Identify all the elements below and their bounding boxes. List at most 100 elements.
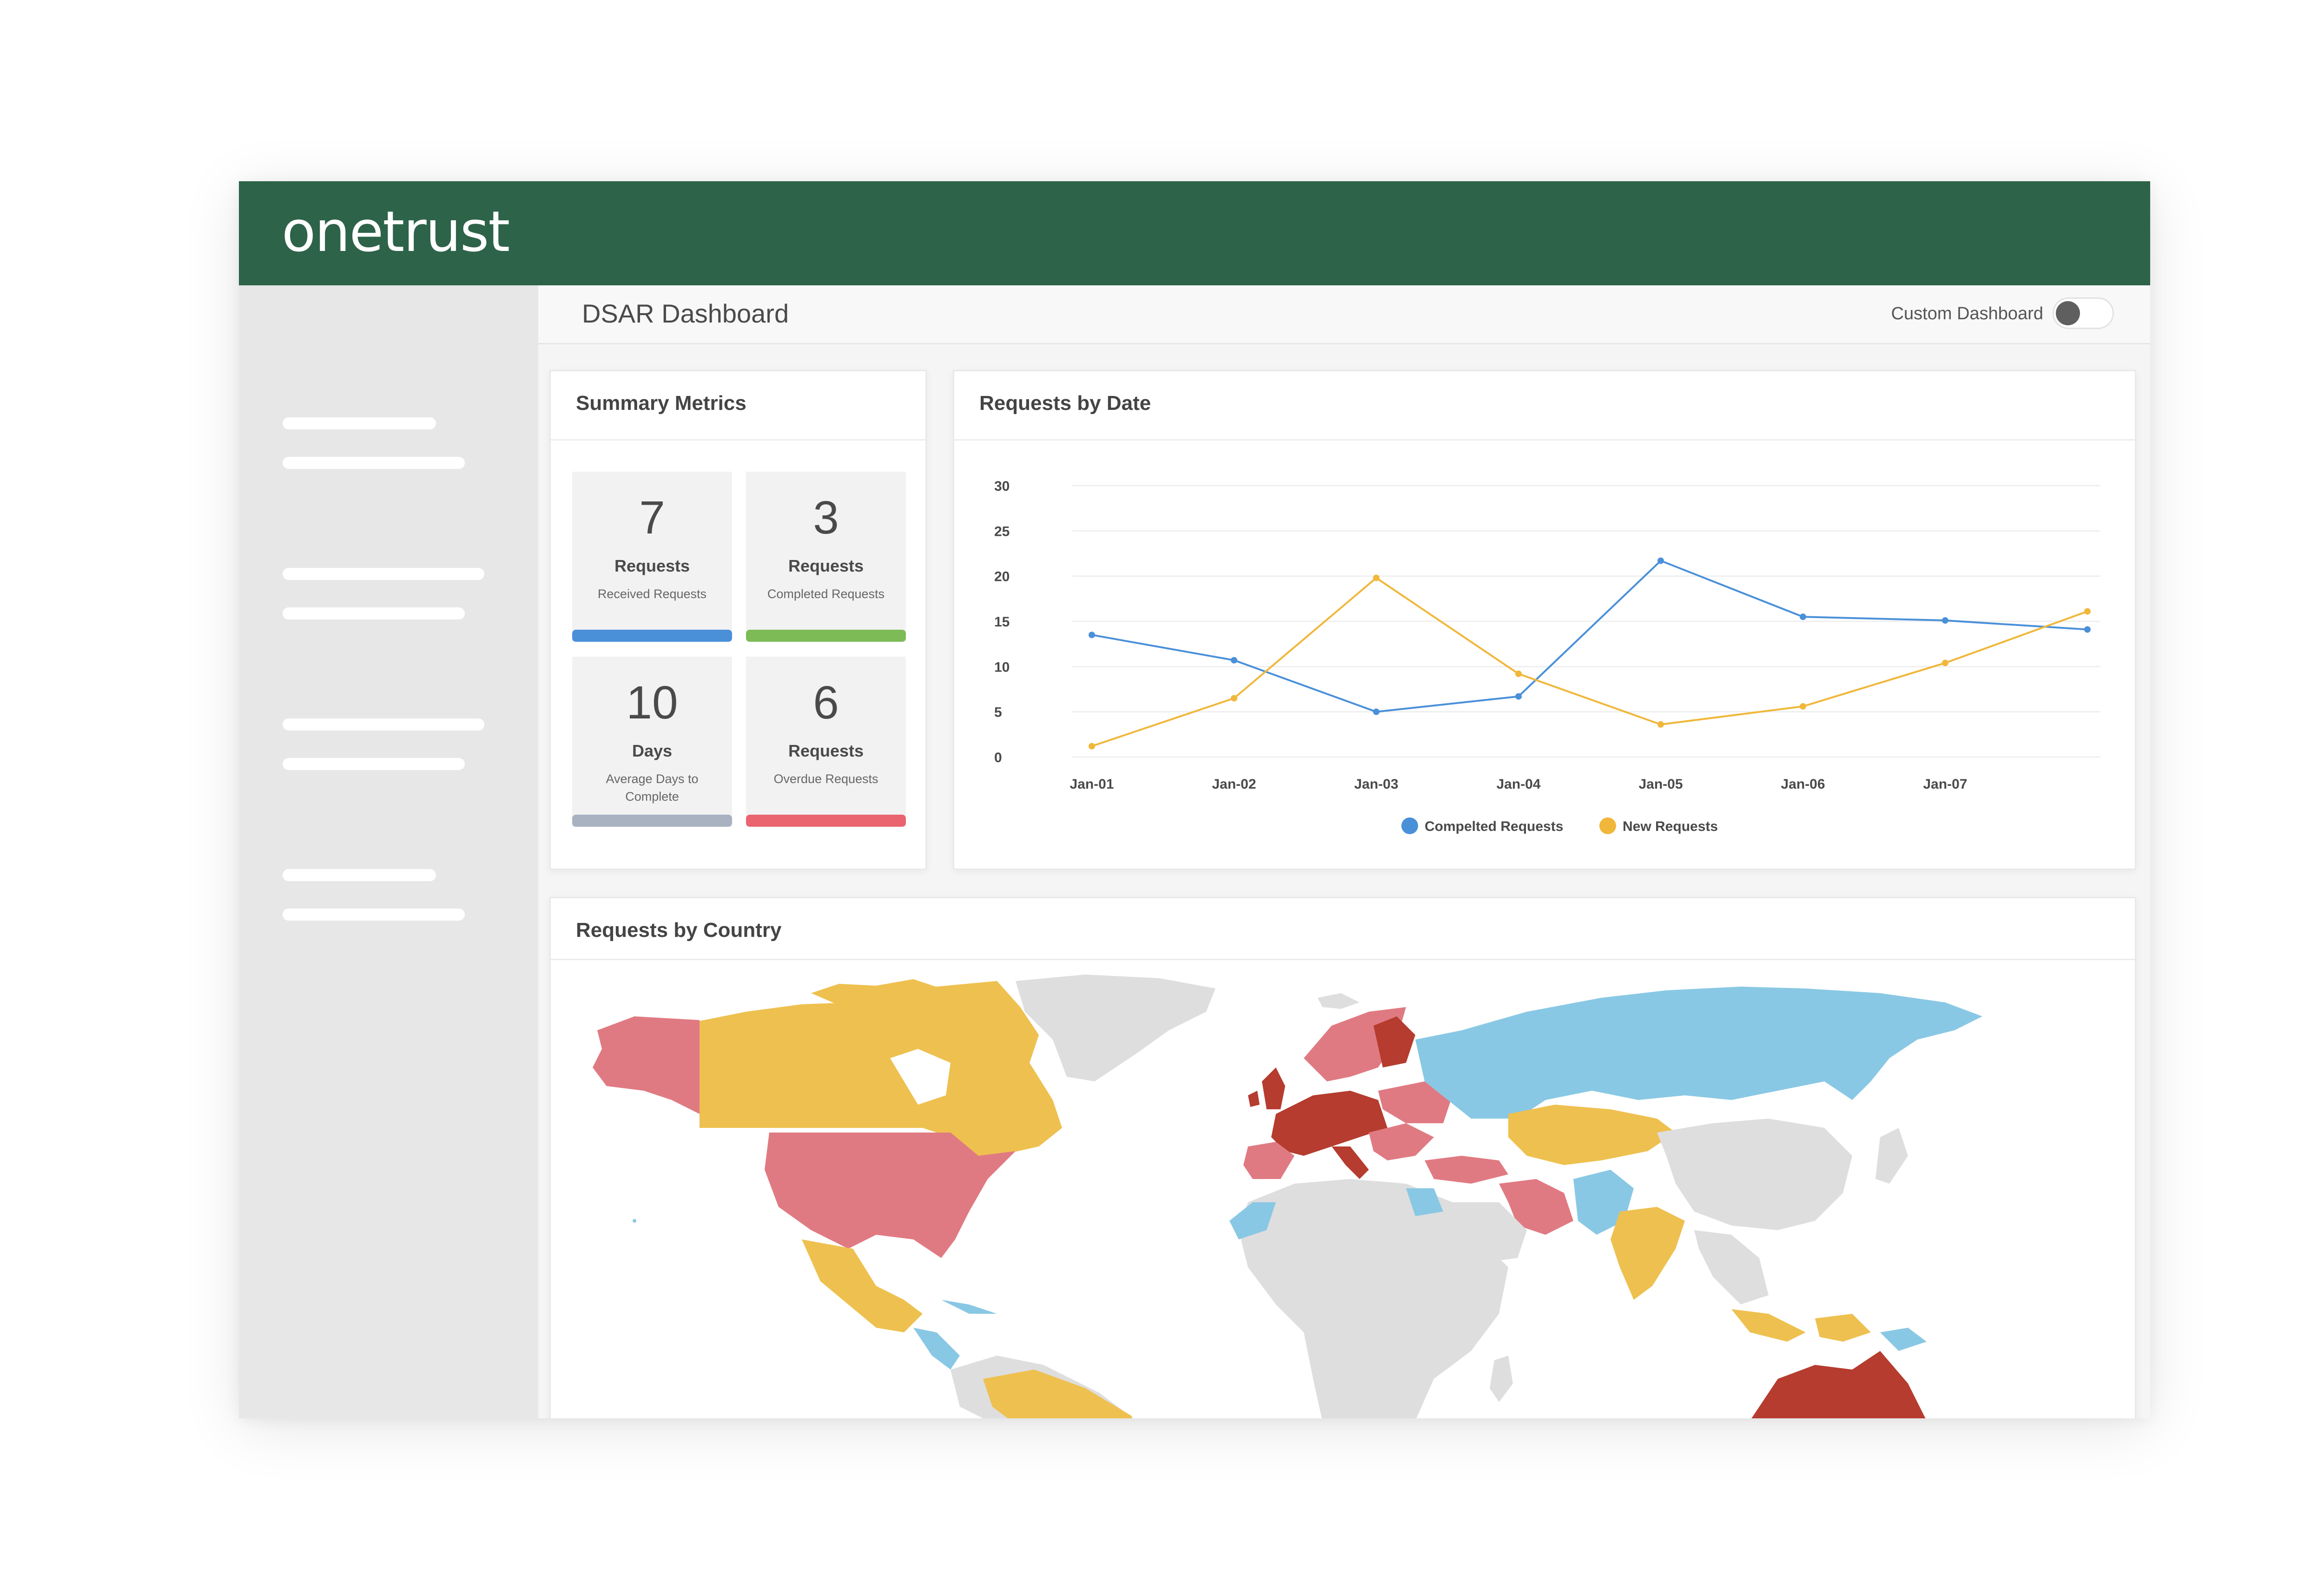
summary-metrics-title: Summary Metrics [576,392,746,415]
onetrust-logo[interactable]: onetrust [282,200,510,264]
country-southeast-asia[interactable] [1694,1230,1769,1304]
data-point[interactable] [1800,703,1806,710]
legend-label: New Requests [1623,819,1718,834]
x-tick-label: Jan-03 [1354,777,1398,792]
series-line [1091,560,2088,713]
sidebar-item-placeholder[interactable] [283,869,436,881]
data-point[interactable] [1942,659,1948,666]
metric-received-requests[interactable]: 7 Requests Received Requests [572,472,732,642]
x-tick-label: Jan-01 [1070,777,1114,792]
data-point[interactable] [2084,626,2091,633]
metric-value: 3 [813,492,839,544]
country-china[interactable] [1657,1119,1852,1230]
y-tick-label: 5 [994,705,1002,720]
custom-dashboard-toggle[interactable] [2053,297,2114,329]
country-hawaii[interactable] [633,1219,636,1223]
card-divider [551,439,925,441]
requests-by-country-card: Requests by Country [549,897,2136,1418]
country-papua[interactable] [1880,1328,1927,1351]
data-point[interactable] [1089,632,1095,639]
y-tick-label: 20 [994,569,1010,585]
sidebar [239,285,538,1418]
country-indonesia[interactable] [1731,1309,1806,1342]
country-indonesia-east[interactable] [1815,1314,1871,1342]
requests-by-country-title: Requests by Country [576,919,782,942]
summary-metrics-card: Summary Metrics 7 Requests Received Requ… [549,370,927,870]
legend-swatch [1599,817,1616,834]
data-point[interactable] [1515,693,1522,700]
legend-label: Compelted Requests [1425,819,1563,834]
x-tick-label: Jan-06 [1781,777,1825,792]
country-ireland[interactable] [1248,1091,1260,1107]
x-tick-label: Jan-05 [1638,777,1683,792]
country-madagascar[interactable] [1490,1356,1513,1402]
y-tick-label: 0 [994,750,1002,765]
top-bar: onetrust [239,181,2150,285]
data-point[interactable] [1373,574,1380,581]
sidebar-item-placeholder[interactable] [283,718,484,731]
country-australia[interactable] [1750,1351,1927,1418]
card-divider [551,959,2135,960]
page-header: DSAR Dashboard Custom Dashboard [538,285,2150,344]
x-tick-label: Jan-02 [1212,777,1256,792]
metric-completed-requests[interactable]: 3 Requests Completed Requests [746,472,906,642]
country-mexico[interactable] [802,1239,923,1332]
metric-label: Completed Requests [767,587,885,601]
country-western-europe[interactable] [1271,1091,1387,1156]
country-italy[interactable] [1332,1146,1369,1179]
metric-value: 6 [813,677,839,729]
country-india[interactable] [1611,1207,1685,1300]
metric-unit: Requests [788,741,864,760]
requests-by-date-card: Requests by Date 0 5 10 15 20 25 30 Jan-01 Jan-… [953,370,2136,870]
metric-value: 7 [639,492,665,544]
country-japan[interactable] [1875,1128,1908,1184]
country-alaska[interactable] [593,1016,700,1114]
data-point[interactable] [1373,708,1380,715]
metric-unit: Requests [788,556,864,575]
sidebar-item-placeholder[interactable] [283,417,436,429]
sidebar-item-placeholder[interactable] [283,607,465,619]
country-uk[interactable] [1262,1067,1285,1109]
x-tick-label: Jan-07 [1923,777,1967,792]
toggle-knob [2056,301,2080,325]
metric-value: 10 [626,677,678,729]
country-greenland[interactable] [1016,975,1215,1081]
metric-label: Received Requests [597,587,707,601]
metric-color-strip [746,630,906,642]
y-tick-label: 15 [994,614,1010,630]
data-point[interactable] [2084,608,2091,615]
sidebar-item-placeholder[interactable] [283,457,465,469]
legend-swatch [1401,817,1418,834]
metric-overdue-requests[interactable]: 6 Requests Overdue Requests [746,657,906,827]
data-point[interactable] [1800,613,1806,620]
world-map[interactable] [551,961,2135,1418]
sidebar-item-placeholder[interactable] [283,568,484,580]
sidebar-item-placeholder[interactable] [283,909,465,921]
country-russia[interactable] [1415,987,1982,1119]
data-point[interactable] [1657,557,1664,564]
requests-by-date-title: Requests by Date [979,392,1151,415]
data-point[interactable] [1089,743,1095,750]
data-point[interactable] [1942,617,1948,624]
x-tick-label: Jan-04 [1496,777,1540,792]
data-point[interactable] [1231,695,1237,702]
metric-average-days[interactable]: 10 Days Average Days to Complete [572,657,732,827]
metric-unit: Requests [614,556,690,575]
sidebar-item-placeholder[interactable] [283,758,465,770]
y-tick-label: 30 [994,479,1010,494]
country-caribbean[interactable] [941,1300,997,1314]
country-central-america[interactable] [913,1328,960,1370]
app-window: onetrust DSAR Dashboard Custom Dashboard… [239,181,2150,1418]
requests-by-date-chart: 0 5 10 15 20 25 30 Jan-01 Jan-02 Jan-03 Jan-04 Jan… [994,479,2100,834]
data-point[interactable] [1231,657,1237,664]
main-content: DSAR Dashboard Custom Dashboard Summary … [538,285,2150,1418]
country-iceland[interactable] [1318,993,1360,1009]
country-turkey[interactable] [1425,1156,1508,1184]
data-point[interactable] [1657,721,1664,728]
y-tick-label: 10 [994,659,1010,675]
data-point[interactable] [1515,670,1522,677]
metric-color-strip [746,815,906,827]
country-kazakhstan[interactable] [1508,1105,1676,1165]
metric-unit: Days [632,741,673,760]
metric-color-strip [572,630,732,642]
